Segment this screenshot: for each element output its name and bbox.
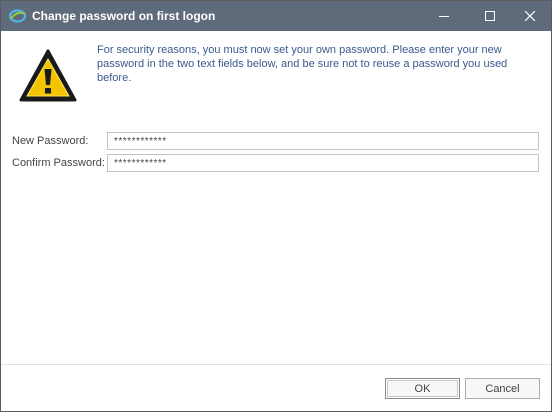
title-bar[interactable]: Change password on first logon	[1, 1, 551, 31]
new-password-field[interactable]: ************	[107, 132, 539, 150]
change-password-dialog: Change password on first logon For secur…	[0, 0, 552, 412]
cancel-button[interactable]: Cancel	[465, 378, 540, 399]
new-password-label: New Password:	[12, 135, 89, 147]
security-message: For security reasons, you must now set y…	[97, 44, 508, 84]
minimize-button[interactable]	[426, 1, 462, 31]
footer-divider	[1, 364, 551, 365]
confirm-password-field[interactable]: ************	[107, 154, 539, 172]
maximize-button[interactable]	[472, 1, 508, 31]
confirm-password-label: Confirm Password:	[12, 157, 105, 169]
window-title: Change password on first logon	[32, 9, 216, 23]
ok-button[interactable]: OK	[385, 378, 460, 399]
maximize-icon	[485, 11, 495, 21]
close-button[interactable]	[512, 1, 548, 31]
app-logo-icon	[8, 8, 27, 24]
warning-icon	[19, 49, 77, 103]
minimize-icon	[439, 16, 449, 17]
close-icon	[525, 11, 535, 21]
